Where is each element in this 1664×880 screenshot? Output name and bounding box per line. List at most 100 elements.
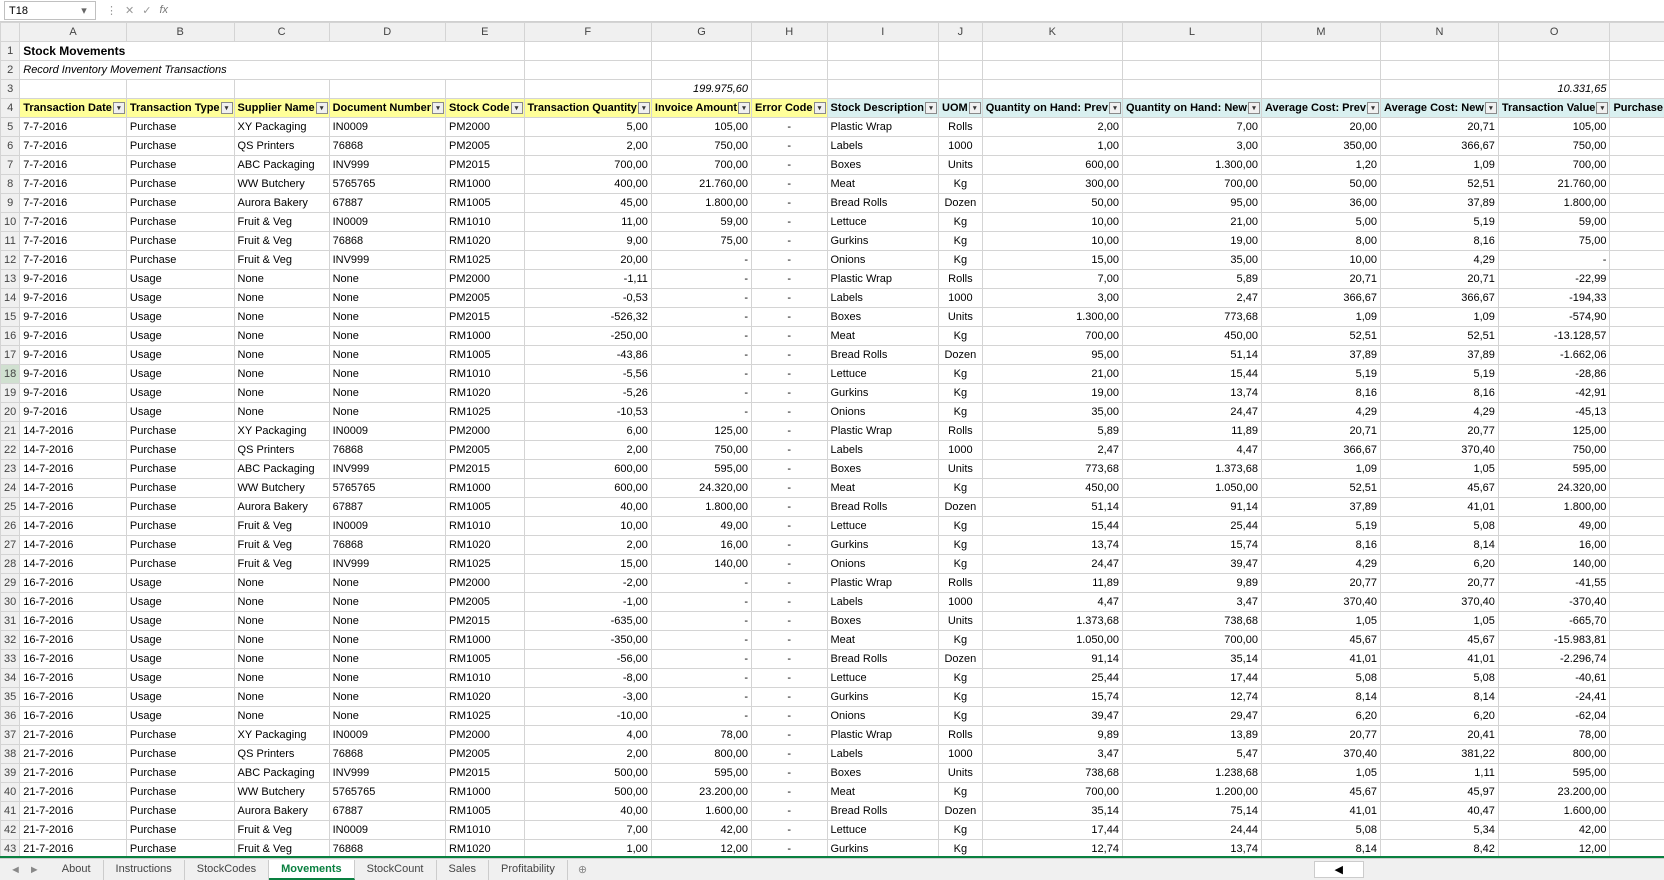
cell[interactable]: Kg (939, 403, 983, 422)
summary-cell[interactable] (329, 80, 445, 99)
cell[interactable]: - (752, 460, 827, 479)
cell[interactable]: 41,01 (1261, 650, 1380, 669)
cell[interactable]: 7-7-2016 (20, 194, 127, 213)
cell[interactable]: 15,00 (982, 251, 1122, 270)
cell[interactable]: 21,00 (1122, 213, 1261, 232)
cell[interactable]: - (752, 118, 827, 137)
cell[interactable]: Fruit & Veg (234, 251, 329, 270)
cell[interactable]: None (329, 384, 445, 403)
cell[interactable]: 300,00 (982, 175, 1122, 194)
cell[interactable]: Meat (827, 783, 939, 802)
cell[interactable]: 1,05 (1381, 460, 1499, 479)
cell[interactable]: - (1610, 384, 1664, 403)
cell[interactable]: 75,00 (1498, 232, 1610, 251)
cell[interactable]: 1000 (939, 137, 983, 156)
cell[interactable]: 2,00 (524, 536, 651, 555)
column-header-M[interactable]: M (1261, 23, 1380, 42)
cell[interactable]: -8,00 (524, 669, 651, 688)
cell[interactable]: 8,14 (1381, 688, 1499, 707)
cell[interactable]: Rolls (939, 726, 983, 745)
cell[interactable]: - (752, 327, 827, 346)
cell[interactable]: 375,00 (1610, 137, 1664, 156)
cell[interactable]: 13,74 (982, 536, 1122, 555)
cell[interactable]: - (651, 384, 751, 403)
cell[interactable]: Kg (939, 175, 983, 194)
cell[interactable]: 1.200,00 (1122, 783, 1261, 802)
cell[interactable]: - (752, 631, 827, 650)
cell[interactable]: Purchase (126, 802, 234, 821)
status-slider[interactable]: ◀ (1314, 861, 1364, 878)
cell[interactable]: Fruit & Veg (234, 517, 329, 536)
cell[interactable]: None (234, 346, 329, 365)
cell[interactable]: Units (939, 308, 983, 327)
cell[interactable]: 76868 (329, 232, 445, 251)
cell[interactable]: 14-7-2016 (20, 536, 127, 555)
cell[interactable]: - (1610, 612, 1664, 631)
cell[interactable]: RM1005 (445, 346, 524, 365)
cell[interactable]: 19,00 (1122, 232, 1261, 251)
cell[interactable]: PM2015 (445, 764, 524, 783)
cell[interactable]: Purchase (126, 422, 234, 441)
row-header[interactable]: 8 (1, 175, 20, 194)
cell[interactable]: 16-7-2016 (20, 631, 127, 650)
cell[interactable]: 52,51 (1381, 327, 1499, 346)
cell[interactable]: 1000 (939, 745, 983, 764)
cell[interactable]: RM1025 (445, 403, 524, 422)
cell[interactable]: Lettuce (827, 669, 939, 688)
cell[interactable]: 595,00 (651, 460, 751, 479)
row-header[interactable]: 27 (1, 536, 20, 555)
cell[interactable]: -2,00 (524, 574, 651, 593)
column-header-cell[interactable]: Average Cost: New▾ (1381, 99, 1499, 118)
cell[interactable]: 7-7-2016 (20, 118, 127, 137)
cell[interactable]: 8,33 (1610, 232, 1664, 251)
cell[interactable]: None (329, 707, 445, 726)
cell[interactable]: 16-7-2016 (20, 707, 127, 726)
cell[interactable]: Boxes (827, 156, 939, 175)
cell[interactable]: 1.800,00 (651, 194, 751, 213)
row-header[interactable]: 42 (1, 821, 20, 840)
cell[interactable]: 1,05 (1261, 612, 1380, 631)
cell[interactable]: 21-7-2016 (20, 764, 127, 783)
filter-dropdown-icon[interactable]: ▾ (221, 102, 233, 114)
cell[interactable]: Usage (126, 650, 234, 669)
cell[interactable]: - (752, 289, 827, 308)
tab-next-icon[interactable]: ► (29, 864, 40, 876)
cell[interactable]: - (752, 783, 827, 802)
cell[interactable]: Gurkins (827, 536, 939, 555)
spreadsheet-grid[interactable]: ABCDEFGHIJKLMNOPQRS 1Stock Movements2Rec… (0, 22, 1664, 858)
cell[interactable]: 17,44 (1122, 669, 1261, 688)
cell[interactable]: - (752, 593, 827, 612)
cell[interactable]: - (752, 365, 827, 384)
cell[interactable]: Onions (827, 555, 939, 574)
cell[interactable]: 17,44 (982, 821, 1122, 840)
sheet-tab-stockcount[interactable]: StockCount (355, 860, 437, 880)
cell[interactable]: 366,67 (1381, 289, 1499, 308)
cell[interactable]: - (752, 175, 827, 194)
row-header[interactable]: 16 (1, 327, 20, 346)
cell[interactable]: Purchase (126, 783, 234, 802)
cell[interactable]: 700,00 (1498, 156, 1610, 175)
cell[interactable]: - (752, 308, 827, 327)
row-header[interactable]: 4 (1, 99, 20, 118)
cell[interactable]: - (1610, 707, 1664, 726)
cell[interactable]: 11,89 (982, 574, 1122, 593)
cell[interactable]: 5,47 (1122, 745, 1261, 764)
cell[interactable]: PM2015 (445, 612, 524, 631)
row-header[interactable]: 3 (1, 80, 20, 99)
cell[interactable]: IN0009 (329, 517, 445, 536)
cell[interactable]: 9,89 (982, 726, 1122, 745)
cell[interactable]: 45,00 (1610, 498, 1664, 517)
cell[interactable]: 20,83 (1610, 422, 1664, 441)
cell[interactable]: RM1010 (445, 365, 524, 384)
cell[interactable]: 25,44 (982, 669, 1122, 688)
cell[interactable]: 16-7-2016 (20, 688, 127, 707)
cell[interactable]: 9,00 (524, 232, 651, 251)
cell[interactable]: None (329, 403, 445, 422)
cell[interactable]: - (752, 137, 827, 156)
cell[interactable]: None (329, 593, 445, 612)
name-box[interactable]: T18 ▾ (4, 1, 96, 20)
cell[interactable]: - (752, 479, 827, 498)
cell[interactable]: PM2015 (445, 156, 524, 175)
column-header-L[interactable]: L (1122, 23, 1261, 42)
cell[interactable]: 20,00 (524, 251, 651, 270)
